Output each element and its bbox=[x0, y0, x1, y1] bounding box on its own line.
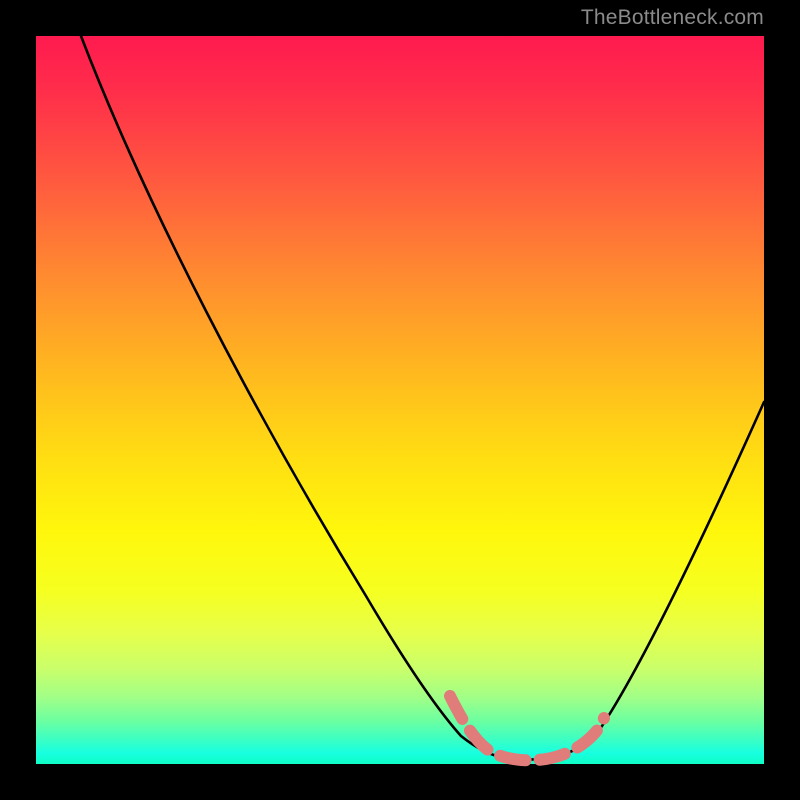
chart-stage: TheBottleneck.com bbox=[0, 0, 800, 800]
curve-svg bbox=[36, 36, 764, 764]
plot-area bbox=[36, 36, 764, 764]
highlight-curve bbox=[450, 696, 604, 760]
watermark-text: TheBottleneck.com bbox=[581, 6, 764, 30]
main-curve bbox=[81, 36, 764, 760]
